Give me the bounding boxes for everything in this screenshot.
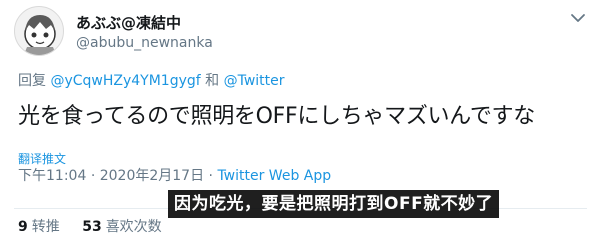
retweet-label: 转推 [31, 219, 60, 235]
more-options-button[interactable] [566, 8, 590, 28]
reply-to-user-link[interactable]: @yCqwHZy4YM1gygf [50, 73, 200, 89]
translation-subtitle-caption: 因为吃光，要是把照明打到OFF就不妙了 [168, 190, 500, 218]
like-label: 喜欢次数 [105, 219, 162, 235]
reply-to-twitter-link[interactable]: @Twitter [224, 73, 285, 89]
author-display-name[interactable]: あぶぶ@凍結中 [76, 12, 181, 33]
reply-conjunction: 和 [205, 73, 220, 89]
tweet-date[interactable]: 2020年2月17日 [100, 168, 204, 184]
meta-separator: · [208, 168, 213, 184]
avatar-illustration [23, 15, 57, 55]
tweet-text: 光を食ってるので照明をOFFにしちゃマズいんですな [18, 104, 535, 129]
reply-context: 回复 @yCqwHZy4YM1gygf 和 @Twitter [18, 70, 285, 90]
like-stat[interactable]: 53 喜欢次数 [82, 219, 161, 235]
engagement-stats: 9 转推 53 喜欢次数 [18, 216, 180, 236]
retweet-stat[interactable]: 9 转推 [18, 219, 64, 235]
tweet-time[interactable]: 下午11:04 [18, 168, 86, 184]
retweet-count: 9 [18, 219, 28, 235]
author-handle[interactable]: @abubu_newnanka [76, 35, 213, 51]
reply-prefix: 回复 [18, 73, 46, 89]
tweet-metadata: 下午11:04 · 2020年2月17日 · Twitter Web App [18, 165, 331, 185]
avatar[interactable] [14, 6, 64, 56]
chevron-down-icon [571, 14, 585, 22]
like-count: 53 [82, 219, 102, 235]
tweet-source-link[interactable]: Twitter Web App [217, 168, 331, 184]
meta-separator: · [90, 168, 96, 184]
